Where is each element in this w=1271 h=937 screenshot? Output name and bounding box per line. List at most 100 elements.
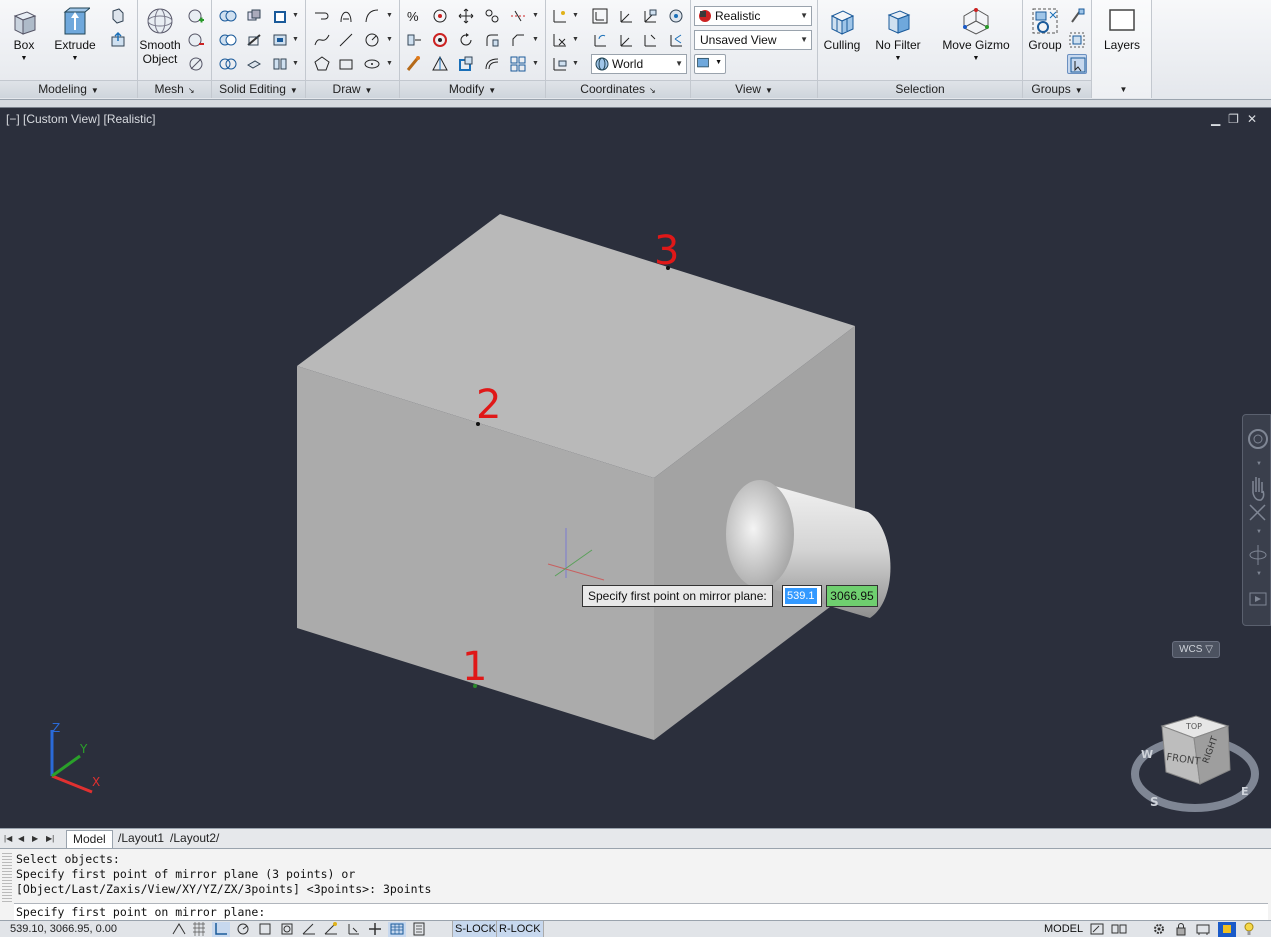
hardware-acceleration-icon[interactable] bbox=[1194, 922, 1212, 937]
trim-button[interactable] bbox=[508, 6, 528, 26]
quick-view-layouts-icon[interactable] bbox=[1088, 922, 1106, 937]
ucs-dropdown[interactable]: ▼ bbox=[572, 6, 580, 26]
3d-rotate-button[interactable] bbox=[430, 6, 450, 26]
object-snap-tracking-icon[interactable] bbox=[322, 922, 340, 937]
circle-button[interactable] bbox=[362, 30, 382, 50]
draw-panel-title[interactable]: Draw ▼ bbox=[306, 80, 399, 98]
ucs-named-dropdown[interactable]: ▼ bbox=[572, 54, 580, 74]
named-view-combo[interactable]: Unsaved View ▼ bbox=[694, 30, 812, 50]
model-space-toggle[interactable]: MODEL bbox=[1044, 921, 1083, 937]
rotate-button[interactable] bbox=[456, 30, 476, 50]
box-solid[interactable] bbox=[297, 214, 855, 740]
ucs-combo[interactable]: World ▼ bbox=[591, 54, 687, 74]
3d-object-snap-icon[interactable] bbox=[300, 922, 318, 937]
mesh-smooth-less-button[interactable] bbox=[186, 30, 206, 50]
spline-button[interactable] bbox=[312, 30, 332, 50]
arc-button[interactable] bbox=[362, 6, 382, 26]
presspull-button[interactable] bbox=[108, 30, 128, 50]
isolate-objects-icon[interactable] bbox=[1218, 922, 1236, 937]
infer-constraints-icon[interactable] bbox=[170, 922, 188, 937]
quick-view-drawings-icon[interactable] bbox=[1110, 922, 1128, 937]
array-dropdown[interactable]: ▼ bbox=[532, 54, 540, 74]
extrude-button[interactable]: Extrude ▼ bbox=[52, 4, 98, 70]
lightbulb-icon[interactable] bbox=[1240, 922, 1258, 937]
polyline-button[interactable] bbox=[312, 6, 332, 26]
chamfer-dropdown[interactable]: ▼ bbox=[532, 30, 540, 50]
copy-button[interactable] bbox=[482, 6, 502, 26]
ucs-y-button[interactable] bbox=[616, 30, 636, 50]
command-input[interactable]: Specify first point on mirror plane: bbox=[14, 903, 1268, 920]
culling-button[interactable]: Culling bbox=[820, 4, 864, 70]
prev-tab-icon[interactable]: ◀ bbox=[18, 832, 28, 846]
3d-array-button[interactable] bbox=[430, 30, 450, 50]
align-button[interactable] bbox=[404, 30, 424, 50]
trim-dropdown[interactable]: ▼ bbox=[532, 6, 540, 26]
rectangle-button[interactable] bbox=[336, 54, 356, 74]
slock-toggle[interactable]: S-LOCK bbox=[452, 921, 499, 937]
ucs-z-button[interactable] bbox=[640, 6, 660, 26]
quick-properties-icon[interactable] bbox=[410, 922, 428, 937]
extract-edges-button[interactable] bbox=[270, 6, 290, 26]
arc-dropdown[interactable]: ▼ bbox=[386, 6, 394, 26]
mesh-refine-button[interactable] bbox=[186, 54, 206, 74]
dynamic-input-y-field[interactable]: 3066.95 bbox=[826, 585, 878, 607]
subtract-button[interactable] bbox=[218, 30, 238, 50]
steering-wheel-icon[interactable] bbox=[1248, 429, 1268, 449]
wcs-menu[interactable]: WCS ▽ bbox=[1172, 641, 1220, 658]
ucs-previous-button[interactable] bbox=[590, 30, 610, 50]
rlock-toggle[interactable]: R-LOCK bbox=[496, 921, 544, 937]
first-tab-icon[interactable]: |◀ bbox=[4, 832, 14, 846]
lock-icon[interactable] bbox=[1172, 922, 1190, 937]
separate-dropdown[interactable]: ▼ bbox=[292, 54, 300, 74]
object-snap-icon[interactable] bbox=[278, 922, 296, 937]
ucs-named-button[interactable] bbox=[550, 54, 570, 74]
next-tab-icon[interactable]: ▶ bbox=[32, 832, 42, 846]
ucs-origin-dropdown[interactable]: ▼ bbox=[572, 30, 580, 50]
visual-style-combo[interactable]: Realistic ▼ bbox=[694, 6, 812, 26]
coordinate-readout[interactable]: 539.10, 3066.95, 0.00 bbox=[10, 923, 117, 935]
view-panel-title[interactable]: View ▼ bbox=[691, 80, 817, 98]
thicken-button[interactable] bbox=[244, 54, 264, 74]
allow-dynamic-ucs-icon[interactable] bbox=[344, 922, 362, 937]
circle-dropdown[interactable]: ▼ bbox=[386, 30, 394, 50]
ucs-view-button[interactable] bbox=[666, 6, 686, 26]
match-properties-button[interactable] bbox=[404, 54, 424, 74]
ucs-3point-button[interactable] bbox=[640, 30, 660, 50]
group-selection-toggle[interactable] bbox=[1067, 54, 1087, 74]
line-button[interactable] bbox=[336, 30, 356, 50]
helix-button[interactable] bbox=[336, 6, 356, 26]
fillet-button[interactable] bbox=[482, 30, 502, 50]
layers-panel-expand[interactable]: ▼ bbox=[1092, 80, 1151, 98]
3d-move-button[interactable] bbox=[456, 6, 476, 26]
no-filter-button[interactable]: No Filter ▼ bbox=[872, 4, 924, 70]
chamfer-button[interactable] bbox=[508, 30, 528, 50]
offset-button[interactable] bbox=[482, 54, 502, 74]
mesh-panel-title[interactable]: Mesh ↘ bbox=[138, 80, 211, 98]
drawing-viewport[interactable]: [−] [Custom View] [Realistic] ▁❐✕ 1 2 3 … bbox=[0, 108, 1271, 828]
scale-button[interactable]: % bbox=[404, 6, 424, 26]
separate-button[interactable] bbox=[270, 54, 290, 74]
last-tab-icon[interactable]: ▶| bbox=[46, 832, 56, 846]
lineweight-icon[interactable] bbox=[388, 922, 406, 937]
slice-button[interactable] bbox=[244, 30, 264, 50]
extract-edges-dropdown[interactable]: ▼ bbox=[292, 6, 300, 26]
ucs-world-button[interactable] bbox=[590, 6, 610, 26]
solid-editing-panel-title[interactable]: Solid Editing ▼ bbox=[212, 80, 305, 98]
imprint-button[interactable] bbox=[270, 30, 290, 50]
imprint-dropdown[interactable]: ▼ bbox=[292, 30, 300, 50]
modeling-panel-title[interactable]: Modeling ▼ bbox=[0, 80, 137, 98]
tab-layout2[interactable]: /Layout2/ bbox=[164, 830, 225, 848]
command-window-grip[interactable] bbox=[2, 853, 12, 903]
viewport-config-button[interactable]: ▼ bbox=[694, 54, 726, 74]
move-gizmo-button[interactable]: Move Gizmo ▼ bbox=[938, 4, 1014, 70]
stretch-button[interactable] bbox=[456, 54, 476, 74]
mesh-smooth-more-button[interactable] bbox=[186, 6, 206, 26]
tab-layout1[interactable]: /Layout1 bbox=[112, 830, 170, 848]
ortho-mode-icon[interactable] bbox=[234, 922, 252, 937]
polygon-button[interactable] bbox=[312, 54, 332, 74]
viewcube[interactable]: TOP FRONT RIGHT W S E bbox=[1131, 715, 1259, 812]
ucs-object-button[interactable] bbox=[666, 30, 686, 50]
polar-tracking-icon[interactable] bbox=[256, 922, 274, 937]
modify-panel-title[interactable]: Modify ▼ bbox=[400, 80, 545, 98]
group-button[interactable]: Group bbox=[1025, 4, 1065, 70]
